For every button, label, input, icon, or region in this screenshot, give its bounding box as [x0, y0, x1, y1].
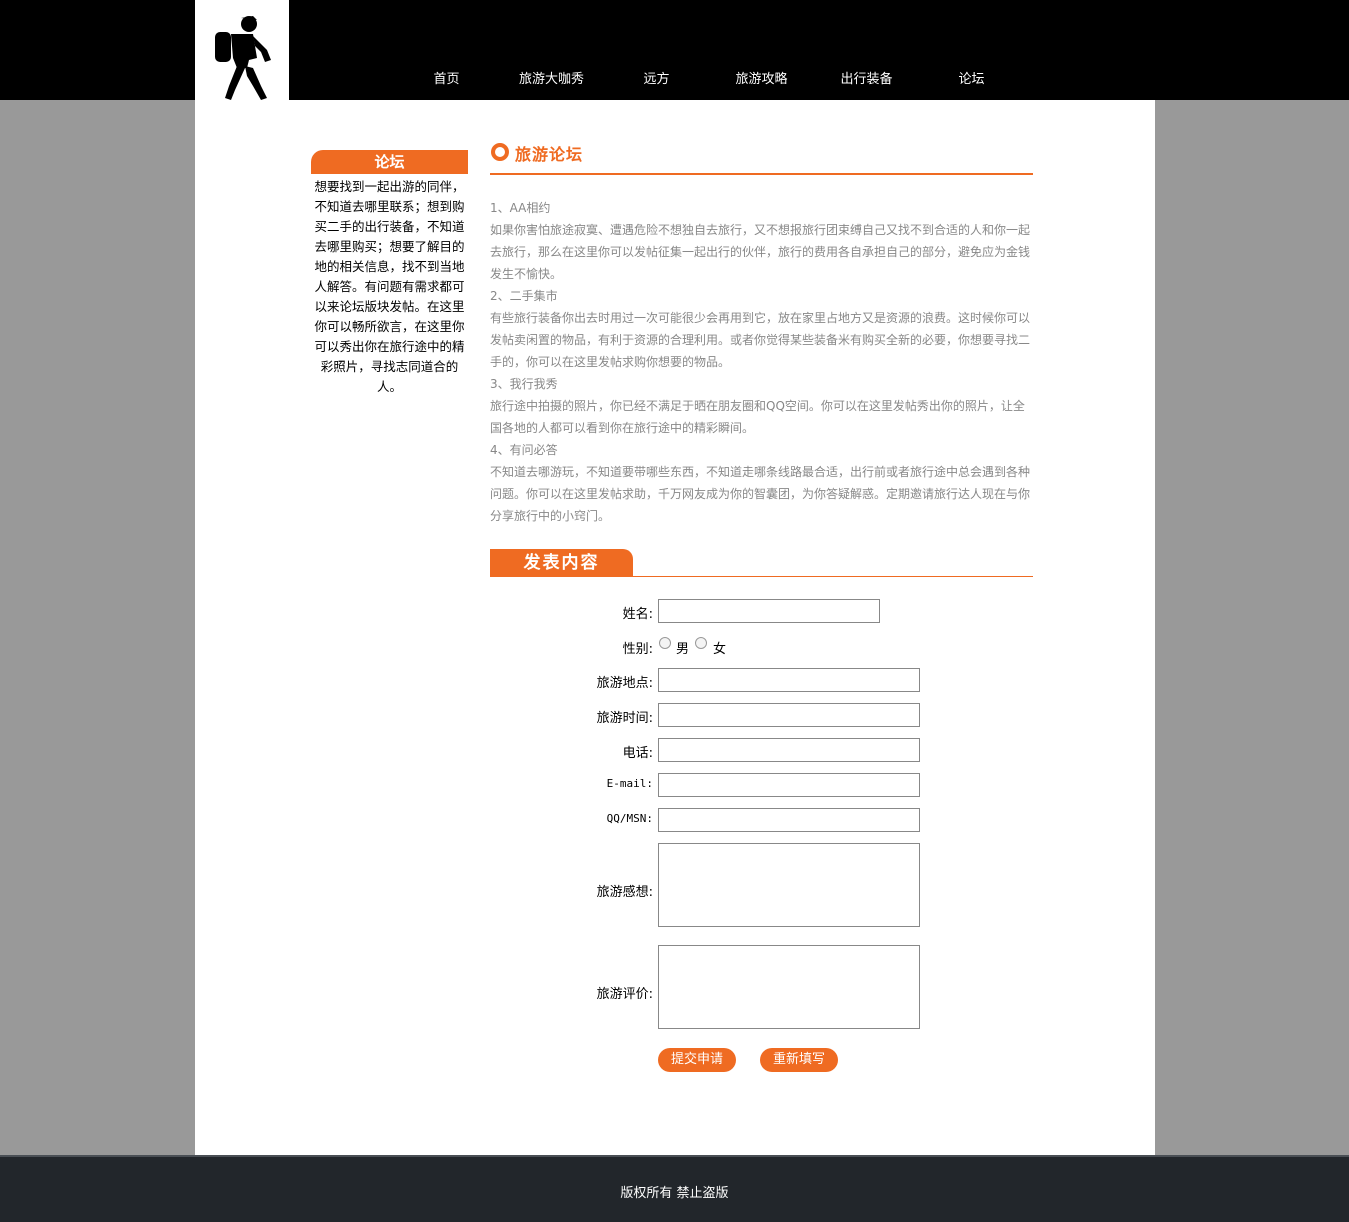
qq-label: QQ/MSN: — [606, 812, 653, 825]
forum-section: 旅游论坛 1、AA相约 如果你害怕旅途寂寞、遭遇危险不想独自去旅行，又不想报旅行… — [490, 140, 1033, 577]
phone-label: 电话: — [622, 746, 653, 761]
sidebar: 论坛 想要找到一起出游的同伴，不知道去哪里联系；想到购买二手的出行装备，不知道去… — [311, 150, 468, 397]
gender-female-label: 女 — [713, 642, 727, 657]
email-label: E-mail: — [606, 777, 653, 790]
nav-item-home[interactable]: 首页 — [394, 70, 499, 90]
nav-item-gear[interactable]: 出行装备 — [814, 70, 919, 90]
intro-heading: 2、二手集市 — [490, 289, 558, 303]
phone-field[interactable] — [658, 738, 920, 762]
intro-paragraph: 不知道去哪游玩，不知道要带哪些东西，不知道走哪条线路最合适，出行前或者旅行途中总… — [490, 465, 1031, 523]
gender-male-label: 男 — [676, 642, 690, 657]
name-field[interactable] — [658, 599, 880, 623]
time-field[interactable] — [658, 703, 920, 727]
email-field[interactable] — [658, 773, 920, 797]
footer: 版权所有 禁止盗版 — [0, 1155, 1349, 1222]
intro-heading: 1、AA相约 — [490, 201, 551, 215]
main-content: 论坛 想要找到一起出游的同伴，不知道去哪里联系；想到购买二手的出行装备，不知道去… — [195, 100, 1155, 1155]
nav-item-faraway[interactable]: 远方 — [604, 70, 709, 90]
submit-button[interactable]: 提交申请 — [658, 1048, 736, 1072]
name-label: 姓名: — [622, 607, 653, 622]
nav-item-forum[interactable]: 论坛 — [919, 70, 1024, 90]
gender-male-radio[interactable] — [659, 637, 671, 649]
sidebar-title: 论坛 — [311, 150, 468, 174]
nav-item-celebrity[interactable]: 旅游大咖秀 — [499, 70, 604, 90]
reset-button[interactable]: 重新填写 — [760, 1048, 838, 1072]
intro-heading: 3、我行我秀 — [490, 377, 558, 391]
hiker-icon — [215, 16, 271, 100]
time-label: 旅游时间: — [596, 711, 653, 726]
place-label: 旅游地点: — [596, 676, 653, 691]
review-textarea[interactable] — [658, 945, 920, 1029]
place-field[interactable] — [658, 668, 920, 692]
gender-label: 性别: — [622, 642, 653, 657]
gender-female-radio[interactable] — [695, 637, 707, 649]
forum-intro: 1、AA相约 如果你害怕旅途寂寞、遭遇危险不想独自去旅行，又不想报旅行团束缚自己… — [490, 197, 1033, 527]
review-label: 旅游评价: — [596, 987, 653, 1002]
intro-paragraph: 有些旅行装备你出去时用过一次可能很少会再用到它，放在家里占地方又是资源的浪费。这… — [490, 311, 1031, 369]
feeling-label: 旅游感想: — [596, 885, 653, 900]
form-title: 发表内容 — [490, 549, 633, 577]
ring-icon — [491, 143, 509, 161]
section-header: 旅游论坛 — [490, 140, 1033, 175]
intro-heading: 4、有问必答 — [490, 443, 558, 457]
intro-paragraph: 如果你害怕旅途寂寞、遭遇危险不想独自去旅行，又不想报旅行团束缚自己又找不到合适的… — [490, 223, 1031, 281]
header: 首页 旅游大咖秀 远方 旅游攻略 出行装备 论坛 — [0, 0, 1349, 100]
qq-field[interactable] — [658, 808, 920, 832]
form-header: 发表内容 — [490, 549, 1033, 577]
copyright-text: 版权所有 禁止盗版 — [620, 1186, 729, 1201]
feeling-textarea[interactable] — [658, 843, 920, 927]
sidebar-text: 想要找到一起出游的同伴，不知道去哪里联系；想到购买二手的出行装备，不知道去哪里购… — [314, 179, 465, 394]
nav-item-guide[interactable]: 旅游攻略 — [709, 70, 814, 90]
logo[interactable] — [195, 0, 289, 100]
intro-paragraph: 旅行途中拍摄的照片，你已经不满足于晒在朋友圈和QQ空间。你可以在这里发帖秀出你的… — [490, 399, 1025, 435]
section-title: 旅游论坛 — [515, 145, 584, 164]
